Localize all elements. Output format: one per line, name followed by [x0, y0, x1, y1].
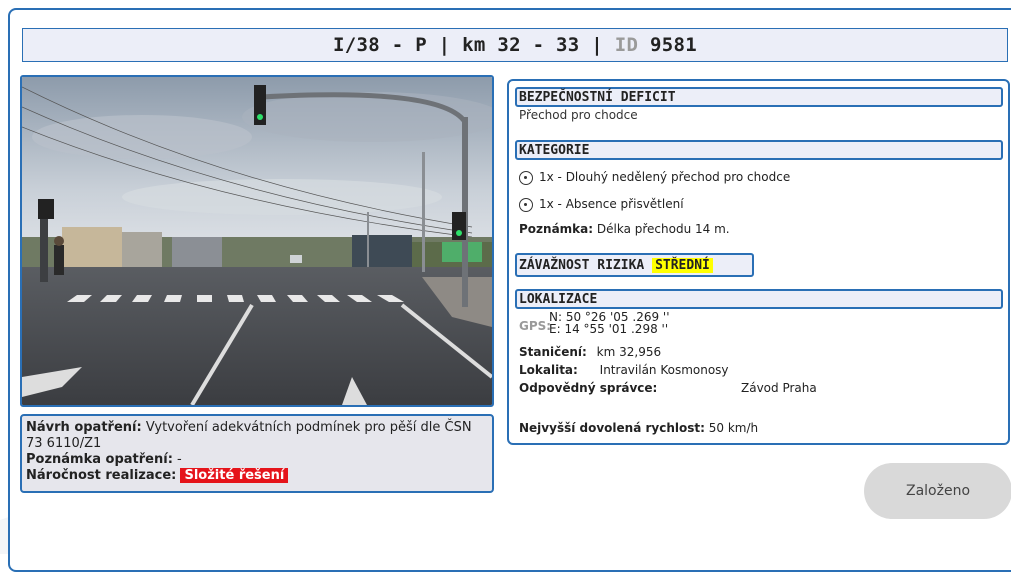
location-heading: LOKALIZACE — [515, 289, 1003, 309]
difficulty-row: Náročnost realizace: Složité řešení — [26, 468, 488, 484]
admin-label-row: Odpovědný správce: — [519, 381, 657, 395]
category-item: 1x - Dlouhý nedělený přechod pro chodce — [519, 170, 790, 185]
locality-value: Intravilán Kosmonosy — [599, 363, 729, 377]
category-item-label: 1x - Dlouhý nedělený přechod pro chodce — [539, 170, 791, 184]
station-label: Staničení: — [519, 345, 587, 359]
station-row: Staničení: km 32,956 — [519, 345, 661, 359]
note-row: Poznámka opatření: - — [26, 452, 488, 468]
gps-coordinates: N: 50 °26 '05 .269 '' E: 14 °55 '01 .298… — [549, 311, 670, 335]
speed-row: Nejvyšší dovolená rychlost: 50 km/h — [519, 421, 758, 435]
category-item-label: 1x - Absence přisvětlení — [539, 197, 684, 211]
locality-row: Lokalita: Intravilán Kosmonosy — [519, 363, 729, 377]
admin-label: Odpovědný správce: — [519, 381, 658, 395]
gps-east: E: 14 °55 '01 .298 '' — [549, 322, 669, 336]
site-photo[interactable] — [20, 75, 494, 407]
category-heading: KATEGORIE — [515, 140, 1003, 160]
road-section-title: I/38 - P | km 32 - 33 | — [333, 34, 604, 56]
gps-label: GPS: — [519, 319, 552, 333]
radio-icon — [519, 170, 533, 185]
deficit-heading: BEZPEČNOSTNÍ DEFICIT — [515, 87, 1003, 107]
admin-value: Závod Praha — [741, 381, 817, 395]
note-text: - — [177, 452, 182, 467]
status-button[interactable]: Založeno — [864, 463, 1011, 519]
info-panel: BEZPEČNOSTNÍ DEFICIT Přechod pro chodce … — [507, 79, 1010, 445]
risk-label: ZÁVAŽNOST RIZIKA — [519, 258, 645, 273]
difficulty-label: Náročnost realizace: — [26, 468, 177, 483]
risk-heading: ZÁVAŽNOST RIZIKA STŘEDNÍ — [515, 253, 754, 277]
proposal-row: Návrh opatření: Vytvoření adekvátních po… — [26, 420, 488, 452]
locality-label: Lokalita: — [519, 363, 578, 377]
id-value: 9581 — [650, 34, 697, 56]
speed-value: 50 km/h — [708, 421, 759, 435]
speed-label: Nejvyšší dovolená rychlost: — [519, 421, 705, 435]
page-title: I/38 - P | km 32 - 33 | ID 9581 — [22, 28, 1008, 62]
station-value: km 32,956 — [596, 345, 662, 359]
note-label: Poznámka opatření: — [26, 452, 173, 467]
category-item: 1x - Absence přisvětlení — [519, 197, 684, 212]
id-label: ID — [614, 34, 639, 56]
difficulty-badge: Složité řešení — [180, 468, 289, 483]
proposal-label: Návrh opatření: — [26, 420, 142, 435]
risk-badge: STŘEDNÍ — [652, 258, 713, 273]
deficit-text: Přechod pro chodce — [519, 108, 638, 122]
radio-icon — [519, 197, 533, 212]
category-note-label: Poznámka: — [519, 222, 594, 236]
category-note: Poznámka: Délka přechodu 14 m. — [519, 222, 730, 236]
category-note-text: Délka přechodu 14 m. — [596, 222, 730, 236]
measure-panel: Návrh opatření: Vytvoření adekvátních po… — [20, 414, 494, 493]
